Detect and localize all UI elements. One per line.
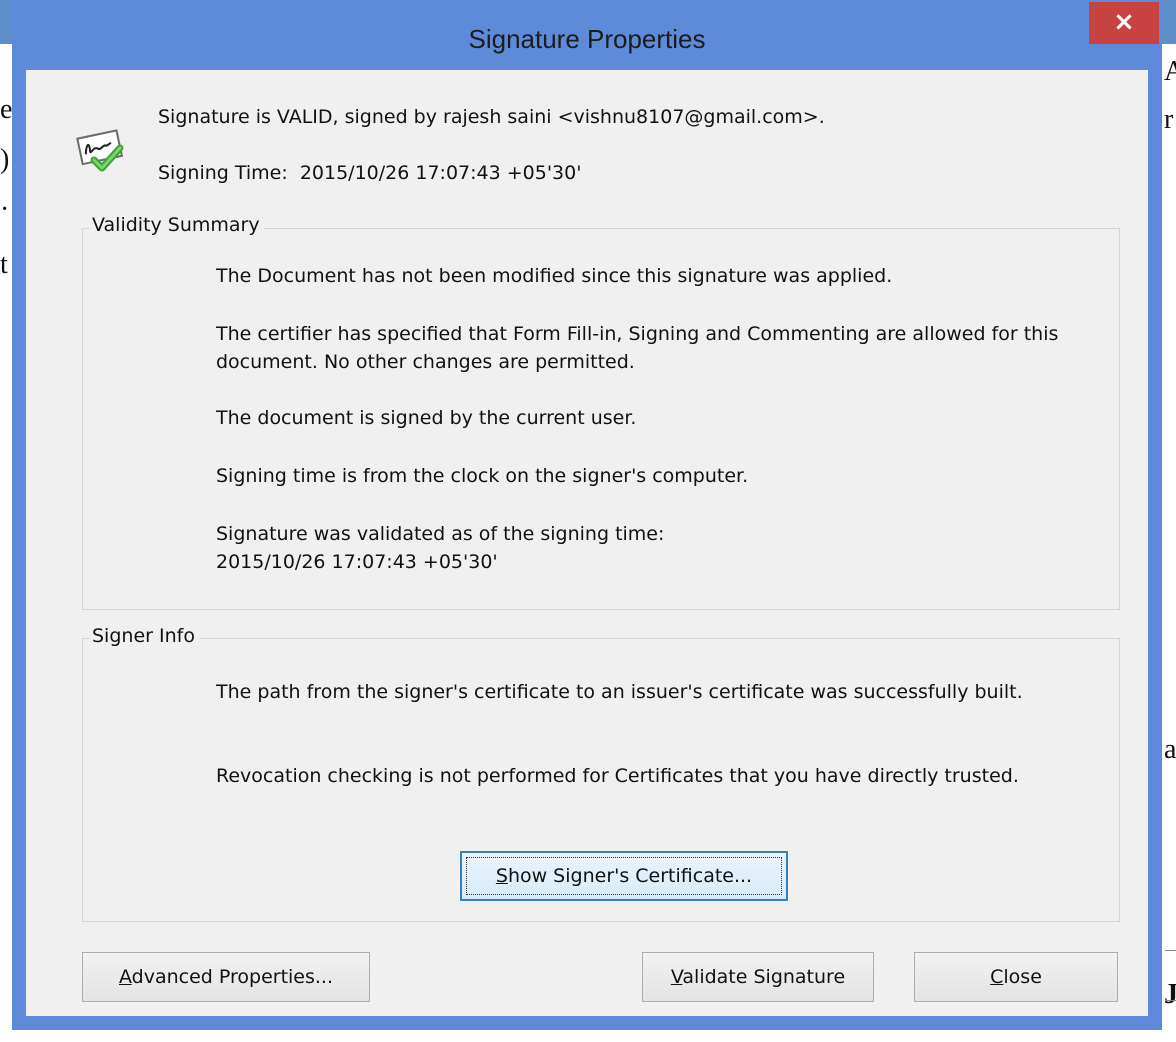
background-rule [1165, 950, 1176, 951]
close-button[interactable]: Close [914, 952, 1118, 1002]
validate-signature-button[interactable]: Validate Signature [642, 952, 874, 1002]
background-fragment: J [1164, 979, 1176, 1010]
signature-properties-dialog: Signature Properties × Signature is VALI… [12, 0, 1162, 1030]
validity-line-clock: Signing time is from the clock on the si… [216, 465, 749, 487]
close-window-button[interactable]: × [1089, 2, 1159, 44]
signing-time-label: Signing Time: [158, 162, 288, 184]
background-fragment: ) [0, 144, 10, 175]
signature-valid-icon [76, 129, 124, 172]
button-label: alidate Signature [682, 966, 846, 988]
button-accelerator: C [990, 966, 1004, 988]
button-accelerator: A [118, 966, 132, 988]
background-document-left: e ) · t [0, 44, 12, 1042]
validity-line-certifier: The certifier has specified that Form Fi… [216, 323, 1059, 373]
background-rule [1165, 1000, 1176, 1001]
button-accelerator: V [670, 966, 683, 988]
validity-line-current-user: The document is signed by the current us… [216, 407, 637, 429]
button-label: lose [1003, 966, 1042, 988]
validity-summary-legend: Validity Summary [90, 214, 264, 236]
background-fragment: e [0, 94, 13, 125]
validity-line-modified: The Document has not been modified since… [216, 265, 893, 287]
focus-rectangle [466, 857, 782, 895]
validity-line-validated-time: 2015/10/26 17:07:43 +05'30' [216, 551, 498, 573]
signer-info-legend: Signer Info [90, 625, 199, 647]
background-document-right: A r a J [1162, 44, 1176, 1042]
advanced-properties-button[interactable]: Advanced Properties... [82, 952, 370, 1002]
background-fragment: r [1164, 104, 1174, 135]
background-fragment: t [0, 249, 8, 280]
show-signers-certificate-button[interactable]: Show Signer's Certificate... [460, 851, 788, 901]
validity-line-validated-as-of: Signature was validated as of the signin… [216, 523, 665, 545]
signer-line-path-built: The path from the signer's certificate t… [216, 681, 1023, 703]
signing-time-value: 2015/10/26 17:07:43 +05'30' [299, 162, 582, 184]
dialog-title: Signature Properties [468, 24, 706, 54]
background-fragment: a [1164, 734, 1176, 765]
dialog-client-area: Signature is VALID, signed by rajesh sai… [26, 70, 1148, 1016]
background-fragment: A [1164, 56, 1176, 87]
signature-status-text: Signature is VALID, signed by rajesh sai… [158, 106, 825, 128]
button-label: dvanced Properties... [131, 966, 334, 988]
signer-line-revocation: Revocation checking is not performed for… [216, 765, 1019, 787]
signing-time: Signing Time: 2015/10/26 17:07:43 +05'30… [158, 162, 581, 184]
background-fragment: · [0, 194, 10, 225]
